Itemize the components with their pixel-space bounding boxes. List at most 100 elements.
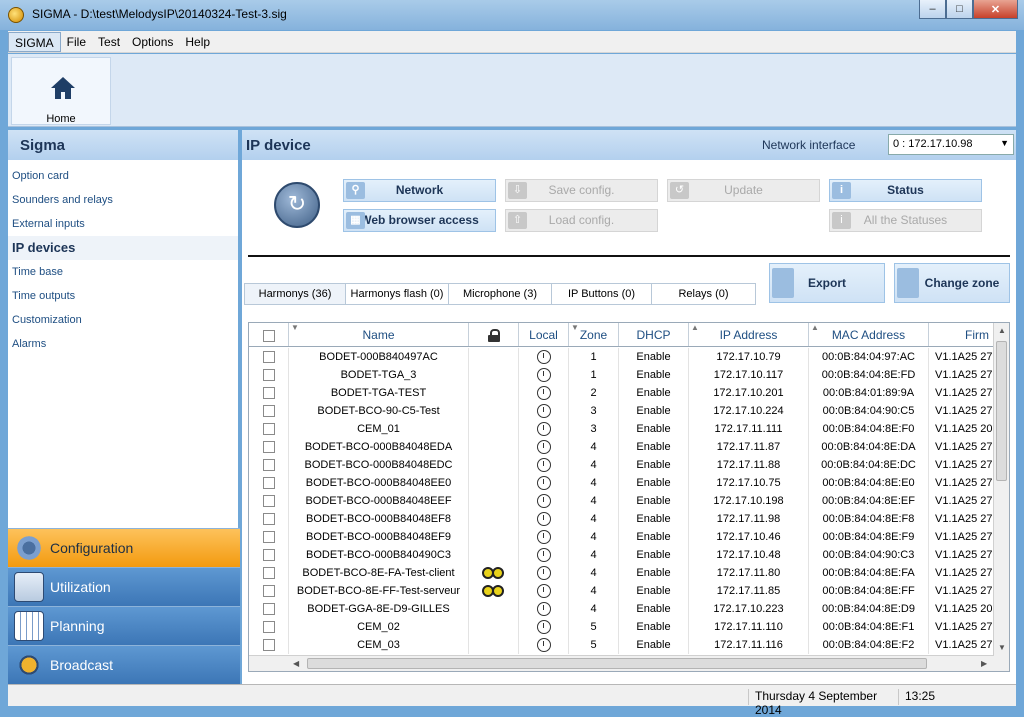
local-cell [519,618,569,636]
device-firmware: V1.1A25 27 [929,582,994,600]
sidebar-item-option-card[interactable]: Option card [8,164,238,188]
close-button[interactable]: ✕ [973,0,1018,19]
status-button[interactable]: i Status [829,179,982,202]
vertical-scroll-thumb[interactable] [996,341,1007,481]
horizontal-scrollbar[interactable]: ◀ ▶ [249,655,994,671]
row-checkbox[interactable] [262,351,275,364]
column-ip-address[interactable]: ▲ IP Address [689,323,809,346]
table-row[interactable]: BODET-BCO-000B84048EDC 4 Enable 172.17.11.8… [249,456,1009,474]
row-checkbox[interactable] [262,405,275,418]
table-row[interactable]: BODET-BCO-000B84048EF8 4 Enable 172.17.11.9… [249,510,1009,528]
column-mac-address[interactable]: ▲ MAC Address [809,323,929,346]
clock-icon [536,404,551,419]
column-name[interactable]: ▼ Name [289,323,469,346]
menu-test[interactable]: Test [92,32,126,52]
tab-harmonys[interactable]: Harmonys (36) [244,283,346,305]
sidebar-item-time-base[interactable]: Time base [8,260,238,284]
row-checkbox[interactable] [262,639,275,652]
vertical-scrollbar[interactable]: ▲ ▼ [993,323,1009,671]
row-checkbox[interactable] [262,423,275,436]
row-checkbox[interactable] [262,603,275,616]
sidebar-item-customization[interactable]: Customization [8,308,238,332]
menu-file[interactable]: File [61,32,92,52]
maximize-button[interactable]: □ [946,0,973,19]
table-row[interactable]: BODET-BCO-8E-FF-Test-serveur 4 Enable 172.1… [249,582,1009,600]
home-button[interactable]: Home [11,57,111,125]
table-row[interactable]: BODET-BCO-000B84048EDA 4 Enable 172.17.11.8… [249,438,1009,456]
minimize-button[interactable]: – [919,0,946,19]
table-row[interactable]: BODET-BCO-8E-FA-Test-client 4 Enable 172.17… [249,564,1009,582]
export-button[interactable]: Export [769,263,885,303]
device-zone: 4 [569,564,619,582]
tab-relays[interactable]: Relays (0) [652,283,756,305]
row-checkbox[interactable] [262,459,275,472]
scroll-down-icon[interactable]: ▼ [998,643,1006,652]
menu-sigma[interactable]: SIGMA [8,31,61,52]
row-checkbox[interactable] [262,585,275,598]
table-row[interactable]: BODET-GGA-8E-D9-GILLES 4 Enable 172.17.10.2… [249,600,1009,618]
column-zone[interactable]: ▼ Zone [569,323,619,346]
nav-broadcast[interactable]: Broadcast [8,645,240,684]
link-cell [469,528,519,546]
network-button[interactable]: ⚲ Network [343,179,496,202]
row-checkbox[interactable] [262,567,275,580]
row-checkbox[interactable] [262,387,275,400]
network-interface-select[interactable]: 0 : 172.17.10.98 ▼ [888,134,1014,155]
scroll-left-icon[interactable]: ◀ [293,659,299,668]
tab-microphone[interactable]: Microphone (3) [449,283,552,305]
column-local[interactable]: Local [519,323,569,346]
home-label: Home [46,113,76,125]
sidebar-item-ip-devices[interactable]: IP devices [8,236,238,260]
nav-planning[interactable]: Planning [8,606,240,645]
load-config-button[interactable]: ⇧ Load config. [505,209,658,232]
table-row[interactable]: CEM_02 5 Enable 172.17.11.110 00:0B:84:04:8E… [249,618,1009,636]
table-row[interactable]: BODET-BCO-000B84048EE0 4 Enable 172.17.10.7… [249,474,1009,492]
update-button[interactable]: ↺ Update [667,179,820,202]
row-checkbox[interactable] [262,477,275,490]
horizontal-scroll-thumb[interactable] [307,658,927,669]
refresh-button[interactable]: ↻ [274,182,320,228]
row-checkbox[interactable] [262,531,275,544]
table-row[interactable]: CEM_03 5 Enable 172.17.11.116 00:0B:84:04:8E… [249,636,1009,654]
scroll-up-icon[interactable]: ▲ [998,326,1006,335]
all-statuses-button[interactable]: i All the Statuses [829,209,982,232]
row-checkbox[interactable] [262,549,275,562]
clock-icon [536,440,551,455]
scroll-right-icon[interactable]: ▶ [981,659,987,668]
select-all-checkbox[interactable] [262,329,275,342]
web-browser-button[interactable]: ▦ Web browser access [343,209,496,232]
sort-icon: ▼ [291,323,299,332]
row-checkbox[interactable] [262,441,275,454]
row-checkbox[interactable] [262,369,275,382]
table-row[interactable]: BODET-TGA_3 1 Enable 172.17.10.117 00:0B:84:… [249,366,1009,384]
nav-utilization[interactable]: Utilization [8,567,240,606]
tab-ip-buttons[interactable]: IP Buttons (0) [552,283,652,305]
save-config-button[interactable]: ⇩ Save config. [505,179,658,202]
sidebar-item-alarms[interactable]: Alarms [8,332,238,356]
column-dhcp[interactable]: DHCP [619,323,689,346]
row-checkbox[interactable] [262,513,275,526]
table-row[interactable]: BODET-BCO-000B840490C3 4 Enable 172.17.10.4… [249,546,1009,564]
nav-configuration[interactable]: Configuration [8,528,240,567]
update-label: Update [724,183,763,197]
sidebar-item-sounders-relays[interactable]: Sounders and relays [8,188,238,212]
link-cell [469,636,519,654]
tab-harmonys-flash[interactable]: Harmonys flash (0) [346,283,449,305]
table-row[interactable]: BODET-BCO-90-C5-Test 3 Enable 172.17.10.224… [249,402,1009,420]
table-row[interactable]: BODET-TGA-TEST 2 Enable 172.17.10.201 00:0B:… [249,384,1009,402]
table-row[interactable]: BODET-000B840497AC 1 Enable 172.17.10.79 00:… [249,348,1009,366]
menu-options[interactable]: Options [126,32,179,52]
device-name: BODET-BCO-000B84048EF8 [289,510,469,528]
row-checkbox[interactable] [262,495,275,508]
change-zone-button[interactable]: Change zone [894,263,1010,303]
table-row[interactable]: BODET-BCO-000B84048EF9 4 Enable 172.17.10.4… [249,528,1009,546]
device-mac: 00:0B:84:04:8E:F9 [809,528,929,546]
column-firmware[interactable]: Firm [929,323,994,346]
table-row[interactable]: CEM_01 3 Enable 172.17.11.111 00:0B:84:04:8E… [249,420,1009,438]
sidebar-item-time-outputs[interactable]: Time outputs [8,284,238,308]
sidebar-item-external-inputs[interactable]: External inputs [8,212,238,236]
menu-help[interactable]: Help [179,32,216,52]
row-select-cell [249,582,289,600]
table-row[interactable]: BODET-BCO-000B84048EEF 4 Enable 172.17.10.1… [249,492,1009,510]
row-checkbox[interactable] [262,621,275,634]
